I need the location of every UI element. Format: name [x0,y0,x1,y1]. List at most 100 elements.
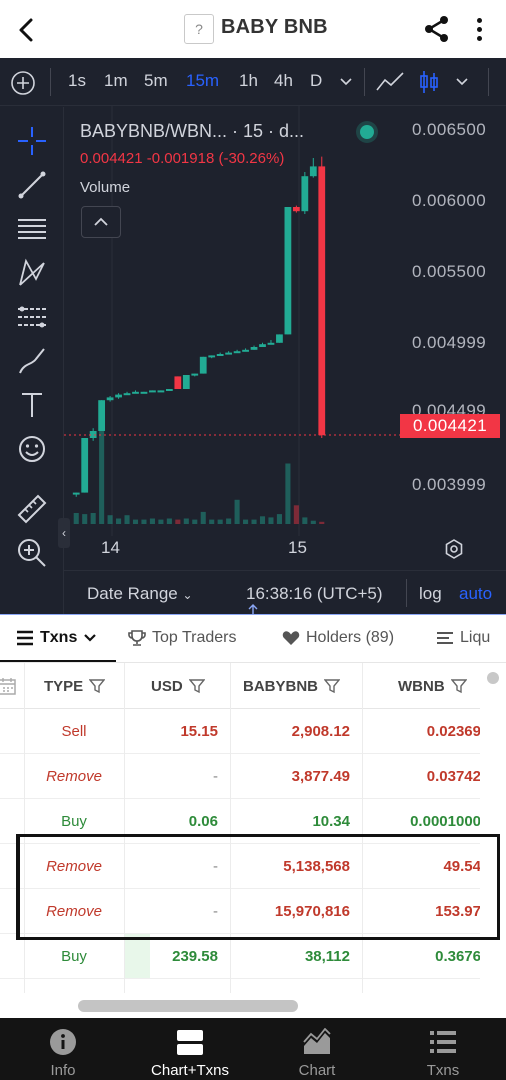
candle-body [208,355,216,358]
magnet-icon[interactable] [14,595,50,615]
column-header-babybnb[interactable]: BABYBNB [243,663,340,709]
projection-icon[interactable] [14,299,50,335]
nav-txns[interactable]: Txns [380,1018,506,1080]
tab-top-traders[interactable]: Top Traders [128,629,236,647]
volume-legend[interactable]: Volume [80,179,130,196]
volume-bar [141,519,147,524]
txn-wbnb: 0.03742 [426,768,480,785]
candle-body [233,351,241,354]
tab-txns[interactable]: Txns [16,629,97,647]
candle-body [309,166,317,177]
horizontal-scrollbar[interactable] [78,1000,298,1012]
filter-icon [324,679,340,694]
ruler-icon[interactable] [14,491,50,527]
candle-body [98,400,106,431]
txn-type: Remove [46,768,102,785]
trophy-icon [128,630,146,646]
volume-bar [149,518,155,524]
volume-bar [175,519,181,524]
column-label: USD [151,677,183,695]
candle-body [140,391,148,394]
txn-wbnb: 0.3676 [435,948,480,965]
price-axis-label: 0.005500 [412,262,487,281]
nav-label: Txns [426,1062,460,1079]
calendar-icon[interactable] [0,677,16,695]
resize-arrows-icon[interactable] [246,603,260,615]
timeframe-15m[interactable]: 15m [186,71,219,91]
page-title: BABY BNB [221,16,328,38]
brush-icon[interactable] [14,343,50,379]
candle-body [284,207,292,335]
timeframe-d[interactable]: D [310,71,322,91]
timeframe-1m[interactable]: 1m [104,71,128,91]
chevron-down-icon: ⌄ [182,588,193,602]
candle-body [191,373,199,376]
candle-body [182,375,190,389]
candle-body [149,390,156,393]
volume-bar [217,519,223,524]
settings-icon[interactable] [443,538,465,560]
candles-icon[interactable] [418,68,440,96]
log-scale-toggle[interactable]: log [419,584,442,604]
candlestick-chart[interactable] [64,106,400,536]
volume-bar [116,518,122,524]
price-axis-label: 0.004999 [412,333,487,352]
fib-retracement-icon[interactable] [14,211,50,247]
back-icon[interactable] [10,14,42,46]
auto-scale-toggle[interactable]: auto [459,584,492,604]
volume-bar [192,519,198,524]
candle-body [157,390,165,393]
trend-line-icon[interactable] [14,167,50,203]
candle-body [165,389,173,391]
timeframe-1h[interactable]: 1h [239,71,258,91]
data-tabs: Txns Top Traders Holders (89) Liqu [0,617,506,663]
column-header-wbnb[interactable]: WBNB [398,663,467,709]
app-bar: ? BABY BNB [0,0,506,58]
volume-bar [243,519,249,524]
column-header-usd[interactable]: USD [151,663,205,709]
table-row[interactable]: Remove - 3,877.49 0.03742 [0,754,480,799]
symbol-legend[interactable]: BABYBNB/WBN... · 15 · d... [80,121,304,142]
chevron-down-icon[interactable] [455,77,469,87]
tab-label: Holders (89) [306,629,395,646]
tab-liquidity[interactable]: Liqu [436,629,490,647]
price-axis-label: 0.006000 [412,191,487,210]
table-row[interactable]: Sell 15.15 2,908.12 0.02369 [0,709,480,754]
tab-holders[interactable]: Holders (89) [282,629,394,647]
line-chart-icon[interactable] [375,70,405,94]
column-header-type[interactable]: TYPE [44,663,106,709]
text-tool-icon[interactable] [14,387,50,423]
date-range-button[interactable]: Date Range ⌄ [87,584,193,604]
zoom-in-icon[interactable] [14,535,50,571]
chevron-down-icon[interactable] [339,77,353,87]
share-icon[interactable] [422,14,452,44]
timeframe-4h[interactable]: 4h [274,71,293,91]
timeframe-1s[interactable]: 1s [68,71,86,91]
clock-readout[interactable]: 16:38:16 (UTC+5) [246,584,383,604]
tab-label: Liqu [460,629,491,646]
legend-collapse-button[interactable] [81,206,121,238]
bars-icon [437,632,453,644]
pattern-icon[interactable] [14,255,50,291]
volume-bar [268,517,274,524]
crosshair-icon[interactable] [14,123,50,159]
info-icon [50,1029,76,1055]
more-options-icon[interactable] [468,14,490,44]
vertical-scrollbar[interactable] [487,672,499,684]
candle-body [72,492,80,495]
candle-body [242,349,249,352]
volume-bar [99,430,105,524]
chart-toolbar: 1s 1m 5m 15m 1h 4h D [0,58,506,106]
table-row[interactable]: Buy 239.58 38,112 0.3676 [0,934,480,979]
txn-type: Sell [61,723,87,740]
nav-chart-txns[interactable]: Chart+Txns [127,1018,253,1080]
nav-info[interactable]: Info [0,1018,126,1080]
add-indicator-icon[interactable] [10,70,36,96]
candle-body [292,207,300,212]
emoji-icon[interactable] [14,431,50,467]
txn-babybnb: 3,877.49 [291,768,350,785]
candle-body [225,352,233,355]
nav-chart[interactable]: Chart [254,1018,380,1080]
volume-bar [107,515,113,524]
timeframe-5m[interactable]: 5m [144,71,168,91]
